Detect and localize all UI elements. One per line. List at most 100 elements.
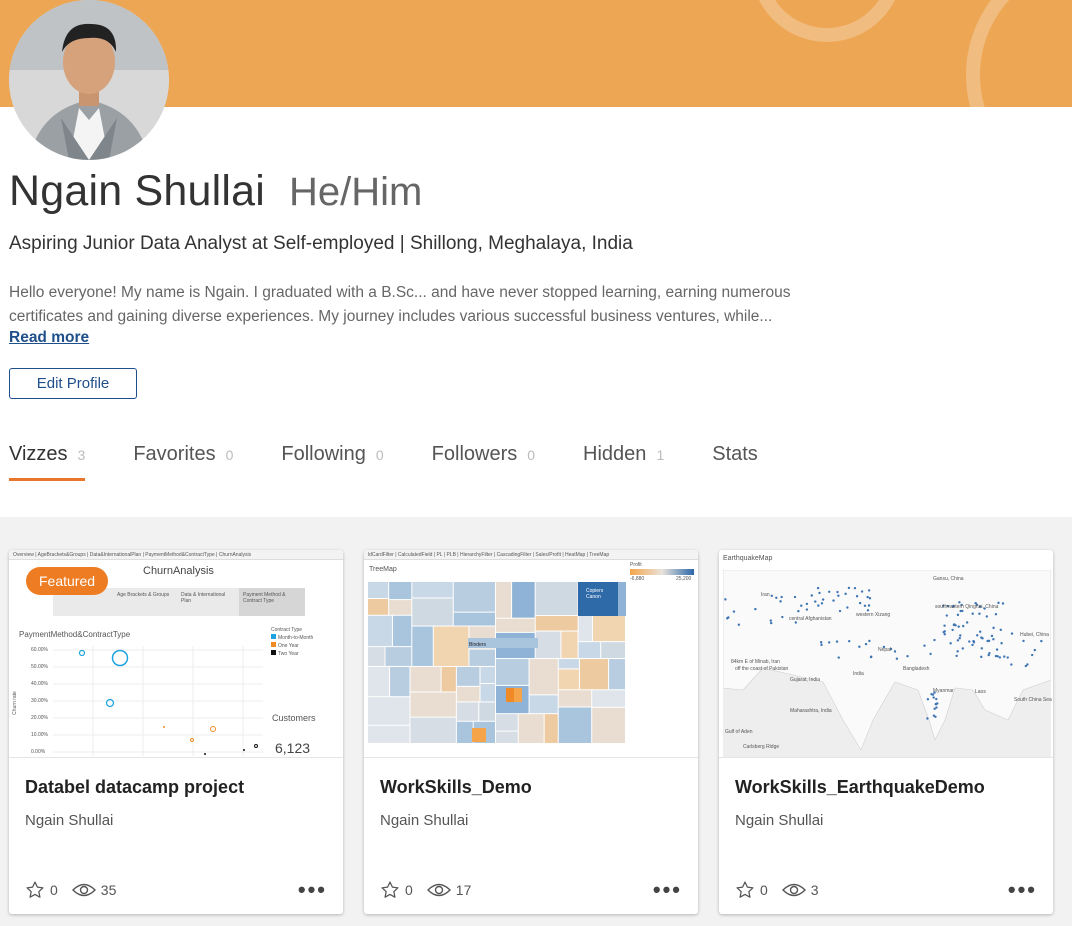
favorite-stat[interactable]: 0 [735, 880, 768, 900]
views-count: 17 [455, 882, 472, 898]
quake-point [998, 656, 1002, 659]
viz-title[interactable]: WorkSkills_EarthquakeDemo [735, 777, 985, 798]
quake-point [965, 621, 969, 624]
tab-count: 3 [77, 447, 86, 463]
quake-point [837, 594, 840, 597]
viz-title[interactable]: Databel datacamp project [25, 777, 244, 798]
treemap-cell [609, 659, 625, 690]
viz-card[interactable]: ldCardFilter | CalculatedField | PL | PL… [364, 550, 698, 914]
treemap-cell [558, 659, 579, 669]
viz-author[interactable]: Ngain Shullai [380, 812, 468, 829]
profile-pronouns: He/Him [288, 170, 423, 214]
quake-point [934, 715, 937, 718]
tab-label: Hidden [583, 443, 647, 465]
treemap-cell [535, 582, 578, 616]
treemap-cell [453, 612, 496, 626]
treemap-label: Copiers Canon [586, 588, 604, 600]
map-label: Gulf of Aden [725, 729, 753, 735]
legend-item: Month-to-Month [271, 634, 313, 641]
quake-point [819, 641, 823, 644]
quake-point [754, 607, 757, 611]
treemap-cell [496, 714, 518, 731]
more-options-icon[interactable]: ••• [298, 879, 327, 901]
legend-title: Contract Type [271, 627, 303, 633]
favorite-stat[interactable]: 0 [25, 880, 58, 900]
tab-stats[interactable]: Stats [712, 443, 758, 478]
read-more-link[interactable]: Read more [9, 329, 89, 347]
quake-point [858, 645, 861, 648]
tab-followers[interactable]: Followers 0 [432, 443, 535, 478]
quake-point [810, 594, 813, 597]
star-icon [736, 881, 754, 898]
scatter-plot [53, 646, 263, 756]
treemap-cell [389, 582, 412, 600]
quake-point [793, 595, 797, 599]
quake-point [932, 696, 935, 699]
quake-point [972, 639, 975, 643]
viz-author[interactable]: Ngain Shullai [735, 812, 823, 829]
quake-point [1010, 632, 1014, 635]
tab-count: 0 [375, 447, 384, 463]
treemap-cell [518, 714, 544, 743]
treemap-cell [368, 666, 390, 697]
map-label: Myanmar [933, 688, 954, 694]
treemap-cell [472, 728, 486, 742]
legend-item: Two Year [271, 650, 299, 657]
thumbnail-subtitle: PaymentMethod&ContractType [19, 630, 131, 639]
tab-label: Vizzes [9, 443, 68, 465]
treemap-cell [368, 582, 389, 598]
map-label: Nepal [878, 647, 892, 653]
treemap-chart [368, 582, 626, 743]
quake-point [980, 655, 983, 659]
tab-favorites[interactable]: Favorites 0 [133, 443, 233, 478]
treemap-cell [368, 697, 410, 725]
viz-title[interactable]: WorkSkills_Demo [380, 777, 532, 798]
viz-author[interactable]: Ngain Shullai [25, 812, 113, 829]
more-options-icon[interactable]: ••• [1008, 879, 1037, 901]
profile-bio: Hello everyone! My name is Ngain. I grad… [9, 284, 791, 325]
favorite-count: 0 [760, 882, 768, 898]
quake-point [869, 655, 873, 659]
quake-point [959, 609, 962, 613]
viz-thumbnail[interactable]: ldCardFilter | CalculatedField | PL | PL… [364, 550, 698, 758]
favorite-count: 0 [405, 882, 413, 898]
treemap-cell [410, 717, 456, 743]
treemap-cell [410, 692, 456, 717]
quake-point [1006, 656, 1009, 659]
treemap-cell [544, 714, 558, 743]
quake-point [976, 634, 979, 637]
favorite-stat[interactable]: 0 [380, 880, 413, 900]
treemap-cell [535, 631, 561, 659]
quake-point [821, 598, 825, 601]
viz-stats: 0 3 ••• [735, 878, 1037, 902]
more-options-icon[interactable]: ••• [653, 879, 682, 901]
y-tick: 40.00% [31, 681, 48, 687]
map-label: central Afghanistan [789, 616, 832, 622]
quake-point [978, 612, 981, 615]
viz-card[interactable]: EarthquakeMap Gansu, China Iran central … [719, 550, 1053, 914]
viz-stats: 0 17 ••• [380, 878, 682, 902]
quake-point [952, 623, 956, 627]
treemap-cell [453, 582, 496, 612]
map-label: Bangladesh [903, 666, 930, 672]
treemap-cell [412, 626, 433, 666]
quake-point [848, 639, 851, 643]
quake-point [956, 613, 960, 617]
quake-point [847, 586, 851, 590]
viz-thumbnail[interactable]: Overview | AgeBrackets&Groups | Data&Int… [9, 550, 343, 758]
quake-point [866, 595, 869, 599]
map-label: India [853, 671, 864, 677]
quake-point [844, 592, 847, 596]
map-canvas: Gansu, China Iran central Afghanistan we… [722, 569, 1052, 757]
tab-vizzes[interactable]: Vizzes 3 [9, 443, 86, 481]
treemap-cell [469, 649, 496, 666]
treemap-cell [456, 666, 480, 686]
quake-point [935, 697, 938, 701]
tab-following[interactable]: Following 0 [281, 443, 383, 478]
quake-point [926, 698, 930, 701]
viz-thumbnail[interactable]: EarthquakeMap Gansu, China Iran central … [719, 550, 1053, 758]
viz-card[interactable]: Overview | AgeBrackets&Groups | Data&Int… [9, 550, 343, 914]
tab-hidden[interactable]: Hidden 1 [583, 443, 664, 478]
edit-profile-button[interactable]: Edit Profile [9, 368, 137, 399]
quake-point [962, 624, 965, 628]
